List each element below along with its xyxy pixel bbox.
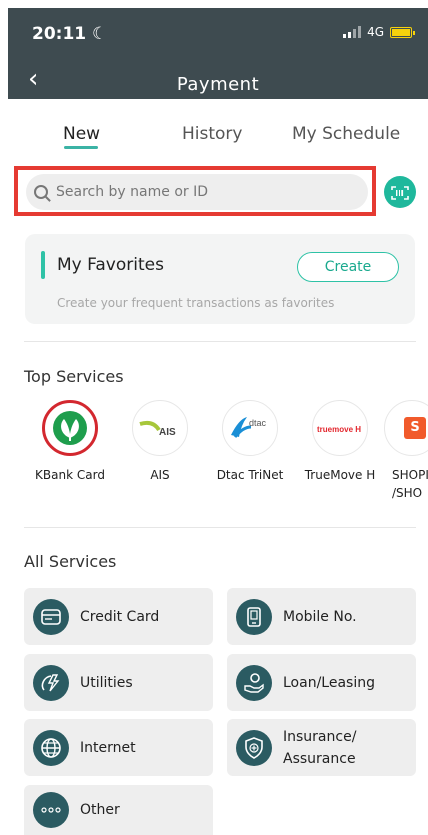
loan-icon [236,664,272,701]
dtac-logo-text: dtac [249,418,267,428]
service-label: KBank Card [35,468,105,482]
favorites-description: Create your frequent transactions as fav… [57,296,335,310]
category-label: Loan/Leasing [283,674,375,691]
service-truemove-h[interactable]: truemove H TrueMove H [297,400,383,484]
shield-icon [236,729,272,766]
barcode-icon [391,185,409,200]
category-label: Mobile No. [283,608,357,625]
category-other[interactable]: Other [24,785,213,835]
globe-icon [33,729,69,766]
service-ais[interactable]: AIS AIS [117,400,203,484]
service-label: TrueMove H [304,468,376,482]
network-type: 4G [367,25,384,39]
credit-card-icon [33,598,69,635]
all-services-title: All Services [24,552,117,571]
favorites-accent-bar [41,251,45,279]
category-mobile-no[interactable]: Mobile No. [227,588,416,645]
category-label: Other [80,802,120,818]
mobile-icon [236,598,272,635]
signal-icon [343,26,362,38]
search-bar[interactable] [26,174,368,210]
shopee-logo-icon: S [384,400,428,456]
shopee-logo-text: S [404,417,426,439]
tab-my-schedule[interactable]: My Schedule [292,124,400,144]
search-icon [34,185,48,199]
utilities-icon [33,664,69,701]
favorites-title: My Favorites [57,255,164,275]
tab-bar: New History My Schedule [0,118,428,158]
divider [24,527,416,528]
divider [24,341,416,342]
category-insurance-assurance[interactable]: Insurance/ Assurance [227,719,416,776]
tab-new[interactable]: New [63,124,100,144]
dtac-logo-icon: dtac [222,400,278,456]
more-icon [33,792,69,828]
ais-logo-icon: AIS [132,400,188,456]
app-header: 20:11 ☾ 4G ‹ Payment [8,8,428,99]
truemove-logo-icon: truemove H [312,400,368,456]
category-label: Credit Card [80,608,160,625]
service-label: Dtac TriNet [216,468,284,482]
create-favorite-button[interactable]: Create [297,252,399,282]
service-kbank-card[interactable]: KBank Card [27,400,113,484]
tab-history[interactable]: History [182,124,242,144]
search-input[interactable] [56,184,336,200]
service-dtac-trinet[interactable]: dtac Dtac TriNet [207,400,293,484]
favorites-card: My Favorites Create Create your frequent… [25,234,415,324]
category-loan-leasing[interactable]: Loan/Leasing [227,654,416,711]
ais-logo-text: AIS [159,427,176,438]
scan-barcode-button[interactable] [384,176,416,208]
top-services-title: Top Services [24,367,124,386]
status-time: 20:11 ☾ [32,24,108,44]
kbank-logo-icon [42,400,98,456]
category-internet[interactable]: Internet [24,719,213,776]
service-shopee[interactable]: S SHOPI /SHO [384,400,428,502]
service-label: SHOPI /SHO [392,468,428,500]
page-title: Payment [176,74,260,95]
status-indicators: 4G [343,25,415,39]
category-label: Internet [80,739,136,756]
service-label: AIS [150,468,170,482]
active-tab-indicator [64,146,98,149]
battery-icon [390,26,415,38]
category-utilities[interactable]: Utilities [24,654,213,711]
category-label: Utilities [80,674,133,691]
truemove-logo-text: truemove H [317,425,361,434]
category-label: Insurance/ Assurance [283,728,357,767]
category-credit-card[interactable]: Credit Card [24,588,213,645]
